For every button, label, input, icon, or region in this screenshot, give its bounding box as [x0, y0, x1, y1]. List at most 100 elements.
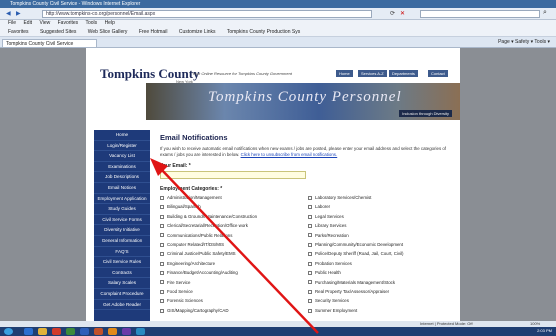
refresh-icon[interactable]: ⟳ [390, 10, 395, 17]
top-nav-services[interactable]: Services A-Z [358, 70, 387, 77]
menu-help[interactable]: Help [105, 20, 115, 26]
category-checkbox[interactable] [160, 205, 164, 210]
email-field[interactable] [160, 171, 306, 179]
category-checkbox[interactable] [308, 195, 312, 200]
sidebar-item-login[interactable]: Login/Register [94, 141, 150, 152]
ie-taskbar-icon[interactable] [24, 328, 33, 335]
category-option[interactable]: Criminal Justice/Public Safety/EMS [160, 251, 308, 260]
top-nav-departments[interactable]: Departments [389, 70, 418, 77]
category-option[interactable]: Parks/Recreation [308, 233, 456, 242]
menu-file[interactable]: File [8, 20, 16, 26]
category-option[interactable]: Communications/Public Relations [160, 233, 308, 242]
onenote-taskbar-icon[interactable] [122, 328, 131, 335]
category-option[interactable]: Computer Related/IT/DS/MIS [160, 242, 308, 251]
category-option[interactable]: Police/Deputy Sheriff (Road, Jail, Court… [308, 251, 456, 260]
sidebar-item-civil-service-rules[interactable]: Civil Service Rules [94, 257, 150, 268]
category-checkbox[interactable] [160, 299, 164, 304]
category-checkbox[interactable] [308, 242, 312, 247]
category-option[interactable]: Bilingual/Spanish [160, 204, 308, 213]
start-button-icon[interactable] [4, 328, 13, 335]
category-checkbox[interactable] [308, 270, 312, 275]
category-option[interactable]: Library Services [308, 223, 456, 232]
app-taskbar-icon[interactable] [136, 328, 145, 335]
category-checkbox[interactable] [308, 299, 312, 304]
category-checkbox[interactable] [308, 252, 312, 257]
unsubscribe-link[interactable]: Click here to unsubscribe from email not… [241, 152, 338, 157]
category-option[interactable]: Public Health [308, 270, 456, 279]
sidebar-item-employment-application[interactable]: Employment Application [94, 194, 150, 205]
sidebar-item-study-guides[interactable]: Study Guides [94, 204, 150, 215]
sidebar-item-diversity-initiative[interactable]: Diversity Initiative [94, 225, 150, 236]
category-checkbox[interactable] [308, 224, 312, 229]
outlook-taskbar-icon[interactable] [108, 328, 117, 335]
category-option[interactable]: Planning/Community/Economic Development [308, 242, 456, 251]
category-checkbox[interactable] [160, 261, 164, 266]
category-checkbox[interactable] [160, 195, 164, 200]
sidebar-item-home[interactable]: Home [94, 130, 150, 141]
category-checkbox[interactable] [160, 289, 164, 294]
category-option[interactable]: Clerical/Secretarial/Reception/Office wo… [160, 223, 308, 232]
clock[interactable]: 2:03 PM [537, 328, 552, 333]
category-option[interactable]: Fire Service [160, 280, 308, 289]
category-option[interactable]: Laborer [308, 204, 456, 213]
category-checkbox[interactable] [160, 214, 164, 219]
category-option[interactable]: Probation Services [308, 261, 456, 270]
category-checkbox[interactable] [308, 289, 312, 294]
sidebar-item-get-adobe-reader[interactable]: Get Adobe Reader [94, 300, 150, 311]
category-option[interactable]: Summer Employment [308, 308, 456, 317]
category-checkbox[interactable] [308, 205, 312, 210]
sidebar-item-salary-scales[interactable]: Salary Scales [94, 278, 150, 289]
menu-tools[interactable]: Tools [85, 20, 97, 26]
sidebar-item-civil-service-forms[interactable]: Civil Service Forms [94, 215, 150, 226]
zoom-level[interactable]: 100% [530, 321, 540, 326]
address-input[interactable] [42, 10, 372, 18]
search-input[interactable] [420, 10, 540, 18]
stop-icon[interactable]: ✕ [400, 10, 405, 17]
word-taskbar-icon[interactable] [80, 328, 89, 335]
category-checkbox[interactable] [160, 252, 164, 257]
category-checkbox[interactable] [308, 214, 312, 219]
menu-view[interactable]: View [39, 20, 50, 26]
command-bar[interactable]: Page ▾ Safety ▾ Tools ▾ [498, 39, 550, 45]
category-checkbox[interactable] [160, 280, 164, 285]
browser-tab[interactable]: Tompkins County Civil Service [2, 39, 97, 48]
category-option[interactable]: Food Service [160, 289, 308, 298]
category-checkbox[interactable] [308, 308, 312, 313]
forward-icon[interactable]: ▶ [16, 10, 21, 17]
category-checkbox[interactable] [160, 233, 164, 238]
sidebar-item-vacancy-list[interactable]: Vacancy List [94, 151, 150, 162]
sidebar-item-email-notices[interactable]: Email Notices [94, 183, 150, 194]
media-taskbar-icon[interactable] [52, 328, 61, 335]
menu-favorites[interactable]: Favorites [58, 20, 79, 26]
search-icon[interactable]: ⌕ [543, 9, 547, 17]
category-option[interactable]: Building & Grounds Maintenance/Construct… [160, 214, 308, 223]
top-nav-contact[interactable]: Contact [428, 70, 448, 77]
category-checkbox[interactable] [308, 233, 312, 238]
category-checkbox[interactable] [308, 280, 312, 285]
favorites-button[interactable]: Favorites [8, 29, 29, 35]
sidebar-item-examinations[interactable]: Examinations [94, 162, 150, 173]
sidebar-item-job-descriptions[interactable]: Job Descriptions [94, 172, 150, 183]
category-option[interactable]: Administration/Management [160, 195, 308, 204]
category-option[interactable]: Real Property Tax/Assessor/Appraiser [308, 289, 456, 298]
explorer-taskbar-icon[interactable] [38, 328, 47, 335]
category-option[interactable]: Laboratory Services/Chemist [308, 195, 456, 204]
favorite-link[interactable]: Web Slice Gallery [88, 29, 128, 35]
sidebar-item-complaint-procedure[interactable]: Complaint Procedure [94, 289, 150, 300]
excel-taskbar-icon[interactable] [66, 328, 75, 335]
category-checkbox[interactable] [308, 261, 312, 266]
category-checkbox[interactable] [160, 270, 164, 275]
powerpoint-taskbar-icon[interactable] [94, 328, 103, 335]
favorite-link[interactable]: Customize Links [179, 29, 216, 35]
sidebar-item-contracts[interactable]: Contracts [94, 268, 150, 279]
menu-edit[interactable]: Edit [23, 20, 32, 26]
category-checkbox[interactable] [160, 308, 164, 313]
favorite-link[interactable]: Free Hotmail [139, 29, 168, 35]
category-option[interactable]: Forensic Sciences [160, 298, 308, 307]
category-option[interactable]: Legal Services [308, 214, 456, 223]
category-option[interactable]: GIS/Mapping/Cartography/CAD [160, 308, 308, 317]
category-checkbox[interactable] [160, 242, 164, 247]
category-checkbox[interactable] [160, 224, 164, 229]
sidebar-item-faqs[interactable]: FAQ'S [94, 247, 150, 258]
top-nav-home[interactable]: Home [336, 70, 353, 77]
